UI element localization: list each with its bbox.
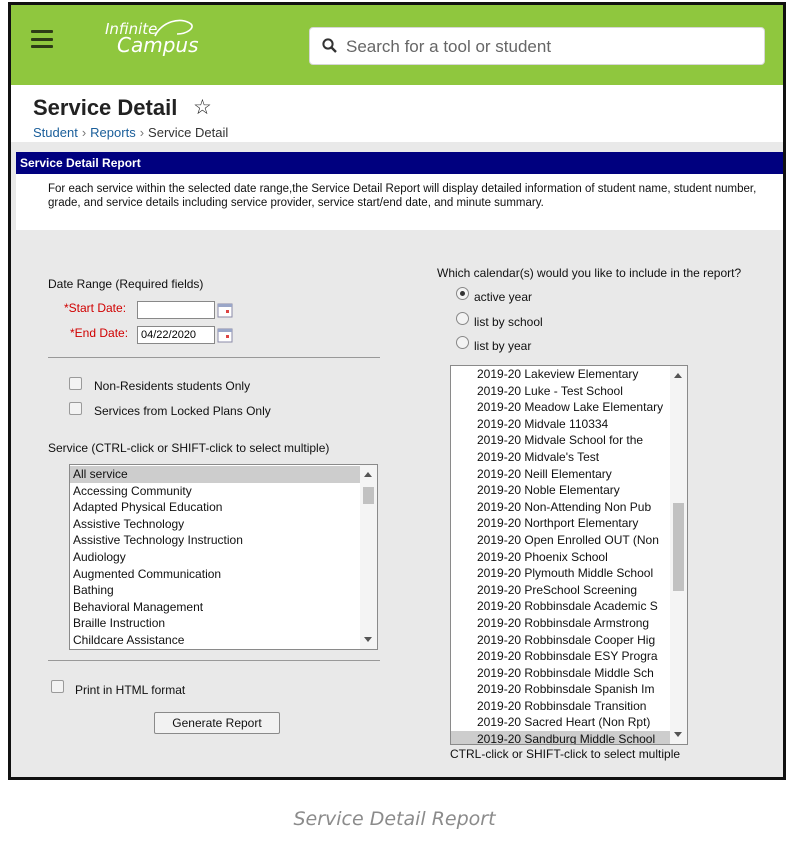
calendar-option[interactable]: 2019-20 Meadow Lake Elementary [451, 399, 687, 416]
date-range-label: Date Range (Required fields) [48, 277, 204, 291]
service-listbox[interactable]: All service Accessing Community Adapted Ph… [69, 464, 378, 650]
calendar-icon[interactable] [217, 302, 233, 318]
calendar-option[interactable]: 2019-20 Open Enrolled OUT (Non [451, 532, 687, 549]
breadcrumb-current: Service Detail [148, 125, 229, 140]
favorite-star-icon[interactable]: ☆ [193, 95, 212, 120]
breadcrumb-reports[interactable]: Reports [90, 125, 136, 140]
calendar-listbox[interactable]: 2019-20 Lakeview Elementary 2019-20 Luke … [450, 365, 688, 745]
radio-list-by-year-label: list by year [474, 339, 532, 353]
radio-list-by-year[interactable] [456, 336, 469, 349]
calendar-option[interactable]: 2019-20 Midvale 110334 [451, 416, 687, 433]
calendar-option[interactable]: 2019-20 Robbinsdale Spanish Im [451, 681, 687, 698]
calendar-option[interactable]: 2019-20 Robbinsdale Cooper Hig [451, 632, 687, 649]
calendar-option[interactable]: 2019-20 Noble Elementary [451, 482, 687, 499]
calendar-option[interactable]: 2019-20 Sandburg Middle School [451, 731, 687, 744]
hamburger-menu-icon[interactable] [31, 30, 53, 48]
page-title: Service Detail [33, 95, 178, 120]
calendar-question: Which calendar(s) would you like to incl… [437, 266, 742, 280]
locked-plans-checkbox[interactable] [69, 402, 82, 415]
locked-plans-label: Services from Locked Plans Only [94, 404, 271, 418]
calendar-option[interactable]: 2019-20 Robbinsdale Transition [451, 698, 687, 715]
start-date-label: *Start Date: [64, 301, 127, 315]
scroll-up-icon[interactable] [364, 472, 372, 477]
breadcrumb-student[interactable]: Student [33, 125, 78, 140]
calendar-option[interactable]: 2019-20 Neill Elementary [451, 466, 687, 483]
service-option[interactable]: Accessing Community [70, 483, 377, 500]
search-input[interactable] [344, 28, 748, 66]
calendar-option[interactable]: 2019-20 Midvale's Test [451, 449, 687, 466]
calendar-option[interactable]: 2019-20 Robbinsdale Academic S [451, 598, 687, 615]
service-option[interactable]: Behavioral Management [70, 599, 377, 616]
start-date-input[interactable] [137, 301, 215, 319]
radio-list-by-school[interactable] [456, 312, 469, 325]
divider [48, 660, 380, 661]
search-icon [322, 38, 337, 53]
service-option[interactable]: Braille Instruction [70, 615, 377, 632]
calendar-option[interactable]: 2019-20 Northport Elementary [451, 515, 687, 532]
logo-swoosh-icon [154, 19, 193, 37]
service-option[interactable]: Audiology [70, 549, 377, 566]
scroll-up-icon[interactable] [674, 373, 682, 378]
calendar-option[interactable]: 2019-20 Non-Attending Non Pub [451, 499, 687, 516]
calendar-option[interactable]: 2019-20 Lakeview Elementary [451, 366, 687, 383]
service-scrollbar[interactable] [360, 465, 377, 649]
scroll-down-icon[interactable] [674, 732, 682, 737]
radio-list-by-school-label: list by school [474, 315, 543, 329]
non-residents-checkbox[interactable] [69, 377, 82, 390]
logo[interactable]: Infinite Campus [105, 19, 199, 55]
calendar-option[interactable]: 2019-20 Plymouth Middle School [451, 565, 687, 582]
scroll-down-icon[interactable] [364, 637, 372, 642]
calendar-option[interactable]: 2019-20 Robbinsdale Middle Sch [451, 665, 687, 682]
divider [48, 357, 380, 358]
calendar-option[interactable]: 2019-20 Luke - Test School [451, 383, 687, 400]
chevron-right-icon: › [81, 125, 87, 140]
calendar-option[interactable]: 2019-20 Phoenix School [451, 549, 687, 566]
service-option[interactable]: Augmented Communication [70, 566, 377, 583]
report-title-banner: Service Detail Report [16, 152, 783, 174]
generate-report-button[interactable]: Generate Report [154, 712, 280, 734]
search-box[interactable] [309, 27, 765, 66]
print-html-label: Print in HTML format [75, 683, 186, 697]
service-label: Service (CTRL-click or SHIFT-click to se… [48, 441, 330, 455]
service-option[interactable]: Assistive Technology [70, 516, 377, 533]
calendar-option[interactable]: 2019-20 Midvale School for the [451, 432, 687, 449]
breadcrumb: Student › Reports › Service Detail [33, 125, 228, 140]
page-header: Service Detail ☆ Student › Reports › Service… [11, 85, 783, 142]
calendar-hint: CTRL-click or SHIFT-click to select mult… [450, 747, 681, 761]
calendar-option[interactable]: 2019-20 Robbinsdale ESY Progra [451, 648, 687, 665]
app-window: Infinite Campus Service Detail ☆ Student… [8, 2, 786, 780]
end-date-input[interactable] [137, 326, 215, 344]
top-bar: Infinite Campus [11, 5, 783, 85]
radio-active-year-label: active year [474, 290, 533, 304]
service-option[interactable]: Bathing [70, 582, 377, 599]
end-date-label: *End Date: [70, 326, 129, 340]
calendar-icon[interactable] [217, 327, 233, 343]
figure-caption: Service Detail Report [293, 808, 496, 830]
print-html-checkbox[interactable] [51, 680, 64, 693]
service-option[interactable]: Adapted Physical Education [70, 499, 377, 516]
service-option[interactable]: Assistive Technology Instruction [70, 532, 377, 549]
radio-active-year[interactable] [456, 287, 469, 300]
calendar-scrollbar[interactable] [670, 366, 687, 744]
calendar-option[interactable]: 2019-20 PreSchool Screening [451, 582, 687, 599]
chevron-right-icon: › [139, 125, 145, 140]
service-option[interactable]: Childcare Assistance [70, 632, 377, 649]
scroll-thumb[interactable] [363, 487, 374, 504]
calendar-option[interactable]: 2019-20 Robbinsdale Armstrong [451, 615, 687, 632]
scroll-thumb[interactable] [673, 503, 684, 591]
calendar-option[interactable]: 2019-20 Sacred Heart (Non Rpt) [451, 714, 687, 731]
service-option[interactable]: All service [70, 466, 377, 483]
report-description: For each service within the selected dat… [16, 174, 783, 230]
non-residents-label: Non-Residents students Only [94, 379, 251, 393]
